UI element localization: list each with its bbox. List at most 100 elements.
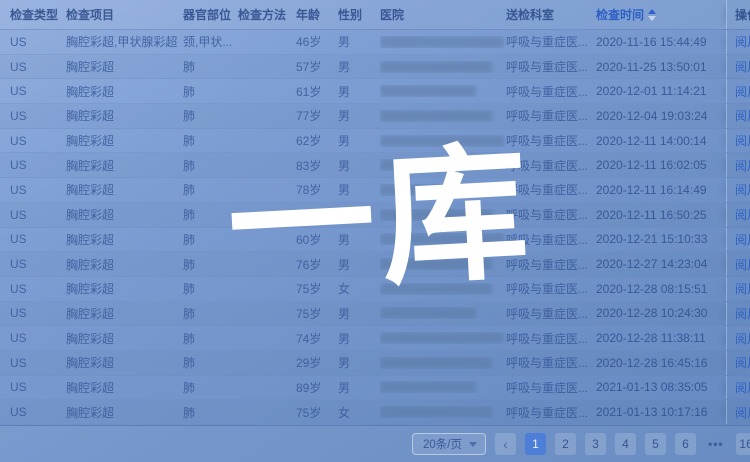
cell-exam_time: 2020-12-28 11:38:11 — [596, 331, 726, 345]
column-label: 检查项目 — [66, 6, 114, 23]
cell-hospital — [380, 332, 506, 344]
table-row: US胸腔彩超肺29岁男呼吸与重症医...2020-12-28 16:45:16阅… — [0, 351, 750, 376]
view-images-link[interactable]: 阅片 — [735, 206, 750, 223]
redacted-hospital-name — [380, 233, 504, 245]
page-button-16[interactable]: 16 — [736, 433, 750, 455]
page-button-6[interactable]: 6 — [675, 433, 696, 455]
table-row: US胸腔彩超肺76岁男呼吸与重症医...2020-12-27 14:23:04阅… — [0, 252, 750, 277]
cell-department: 呼吸与重症医... — [506, 33, 596, 50]
cell-exam_time: 2021-01-13 10:17:16 — [596, 405, 726, 419]
cell-exam_time: 2020-12-27 14:23:04 — [596, 257, 726, 271]
cell-exam_item: 胸腔彩超 — [66, 181, 183, 198]
cell-action: 阅片 — [726, 302, 750, 326]
cell-hospital — [380, 209, 506, 221]
cell-hospital — [380, 307, 506, 319]
cell-hospital — [380, 233, 506, 245]
redacted-hospital-name — [380, 159, 476, 171]
cell-exam_time: 2020-12-28 10:24:30 — [596, 306, 726, 320]
cell-gender: 男 — [338, 379, 380, 396]
column-label: 检查时间 — [596, 6, 644, 23]
redacted-hospital-name — [380, 110, 492, 122]
column-header-exam_time[interactable]: 检查时间 — [596, 6, 726, 23]
cell-action: 阅片 — [726, 400, 750, 424]
cell-exam_type: US — [10, 35, 66, 49]
cell-department: 呼吸与重症医... — [506, 404, 596, 421]
view-images-link[interactable]: 阅片 — [735, 58, 750, 75]
cell-exam_item: 胸腔彩超 — [66, 206, 183, 223]
cell-department: 呼吸与重症医... — [506, 83, 596, 100]
cell-organ: 肺 — [183, 330, 238, 347]
cell-gender: 男 — [338, 132, 380, 149]
view-images-link[interactable]: 阅片 — [735, 379, 750, 396]
view-images-link[interactable]: 阅片 — [735, 404, 750, 421]
column-header-exam_type: 检查类型 — [10, 6, 66, 23]
cell-gender: 男 — [338, 330, 380, 347]
table-row: US胸腔彩超肺76岁女呼吸与重症医...2020-12-11 16:50:25阅… — [0, 203, 750, 228]
view-images-link[interactable]: 阅片 — [735, 330, 750, 347]
sort-caret-icon[interactable] — [648, 9, 656, 21]
view-images-link[interactable]: 阅片 — [735, 280, 750, 297]
cell-organ: 肺 — [183, 206, 238, 223]
page-button-4[interactable]: 4 — [615, 433, 636, 455]
column-header-hospital: 医院 — [380, 6, 506, 23]
page-button-3[interactable]: 3 — [585, 433, 606, 455]
cell-action: 阅片 — [726, 79, 750, 103]
cell-age: 75岁 — [296, 305, 338, 322]
cell-gender: 男 — [338, 305, 380, 322]
cell-exam_type: US — [10, 84, 66, 98]
cell-hospital — [380, 184, 506, 196]
view-images-link[interactable]: 阅片 — [735, 157, 750, 174]
cell-hospital — [380, 135, 506, 147]
cell-gender: 男 — [338, 181, 380, 198]
cell-exam_time: 2020-12-11 16:50:25 — [596, 208, 726, 222]
page-size-label: 20条/页 — [423, 436, 462, 452]
table-row: US胸腔彩超肺62岁男呼吸与重症医...2020-12-11 14:00:14阅… — [0, 129, 750, 154]
cell-hospital — [380, 61, 506, 73]
column-header-department: 送检科室 — [506, 6, 596, 23]
view-images-link[interactable]: 阅片 — [735, 354, 750, 371]
cell-action: 阅片 — [726, 203, 750, 227]
page-size-select[interactable]: 20条/页 — [412, 433, 486, 455]
redacted-hospital-name — [380, 258, 492, 270]
caret-up-icon — [648, 9, 656, 14]
view-images-link[interactable]: 阅片 — [735, 231, 750, 248]
table-row: US胸腔彩超肺78岁男呼吸与重症医...2020-12-11 16:14:49阅… — [0, 178, 750, 203]
page-button-2[interactable]: 2 — [555, 433, 576, 455]
cell-age: 74岁 — [296, 330, 338, 347]
view-images-link[interactable]: 阅片 — [735, 181, 750, 198]
redacted-hospital-name — [380, 332, 504, 344]
cell-hospital — [380, 85, 506, 97]
cell-organ: 肺 — [183, 305, 238, 322]
cell-organ: 肺 — [183, 354, 238, 371]
page-ellipsis[interactable]: ••• — [705, 433, 727, 455]
table-row: US胸腔彩超肺60岁男呼吸与重症医...2020-12-21 15:10:33阅… — [0, 228, 750, 253]
cell-hospital — [380, 357, 506, 369]
cell-age: 78岁 — [296, 181, 338, 198]
cell-department: 呼吸与重症医... — [506, 330, 596, 347]
cell-exam_type: US — [10, 183, 66, 197]
exam-list-screen: 检查类型检查项目器官部位检查方法年龄性别医院送检科室检查时间操作 US胸腔彩超,… — [0, 0, 750, 462]
cell-exam_time: 2020-12-04 19:03:24 — [596, 109, 726, 123]
cell-gender: 男 — [338, 231, 380, 248]
table-row: US胸腔彩超肺89岁男呼吸与重症医...2021-01-13 08:35:05阅… — [0, 376, 750, 401]
cell-exam_item: 胸腔彩超 — [66, 280, 183, 297]
prev-page-button[interactable]: ‹ — [495, 433, 516, 455]
page-button-1[interactable]: 1 — [525, 433, 546, 455]
page-button-5[interactable]: 5 — [645, 433, 666, 455]
cell-action: 阅片 — [726, 55, 750, 79]
view-images-link[interactable]: 阅片 — [735, 33, 750, 50]
view-images-link[interactable]: 阅片 — [735, 132, 750, 149]
view-images-link[interactable]: 阅片 — [735, 256, 750, 273]
cell-exam_time: 2020-12-28 16:45:16 — [596, 356, 726, 370]
cell-organ: 肺 — [183, 404, 238, 421]
view-images-link[interactable]: 阅片 — [735, 305, 750, 322]
cell-organ: 颈,甲状... — [183, 33, 238, 50]
cell-age: 60岁 — [296, 231, 338, 248]
cell-exam_time: 2020-11-16 15:44:49 — [596, 35, 726, 49]
cell-gender: 男 — [338, 33, 380, 50]
exam-table: 检查类型检查项目器官部位检查方法年龄性别医院送检科室检查时间操作 US胸腔彩超,… — [0, 0, 750, 425]
cell-exam_type: US — [10, 380, 66, 394]
view-images-link[interactable]: 阅片 — [735, 107, 750, 124]
pager: 20条/页 ‹ 123456 ••• 16 — [412, 433, 750, 455]
view-images-link[interactable]: 阅片 — [735, 83, 750, 100]
